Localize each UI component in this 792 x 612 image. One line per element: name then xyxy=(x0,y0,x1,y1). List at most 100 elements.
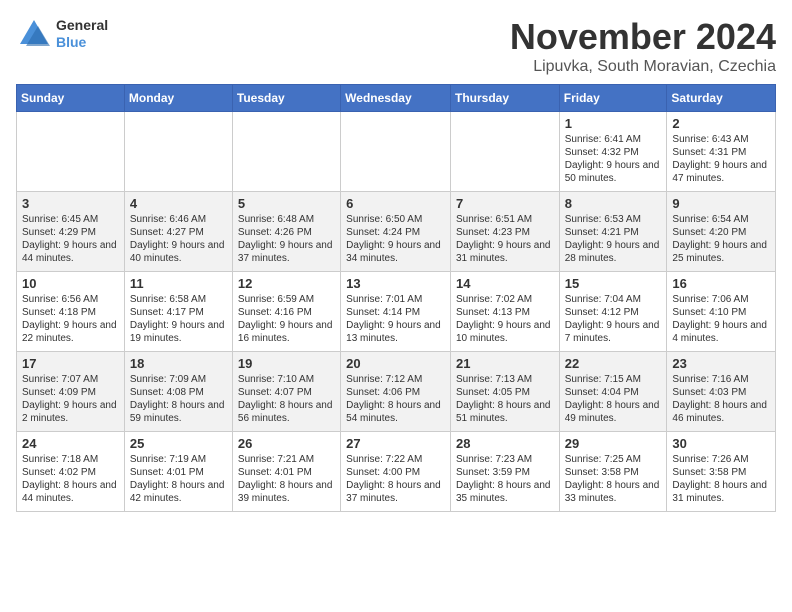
day-content: Sunrise: 7:15 AM xyxy=(565,373,662,386)
calendar-week-row: 17Sunrise: 7:07 AMSunset: 4:09 PMDayligh… xyxy=(17,352,776,432)
day-content: Sunrise: 7:16 AM xyxy=(672,373,770,386)
day-content: Sunset: 4:04 PM xyxy=(565,386,662,399)
day-content: Daylight: 9 hours and 28 minutes. xyxy=(565,239,662,265)
calendar-cell xyxy=(17,112,125,192)
day-number: 24 xyxy=(22,436,119,451)
day-number: 19 xyxy=(238,356,335,371)
day-content: Sunset: 4:01 PM xyxy=(238,466,335,479)
calendar-cell: 13Sunrise: 7:01 AMSunset: 4:14 PMDayligh… xyxy=(341,272,451,352)
calendar-cell: 14Sunrise: 7:02 AMSunset: 4:13 PMDayligh… xyxy=(450,272,559,352)
day-content: Sunset: 4:06 PM xyxy=(346,386,445,399)
logo-line1: General xyxy=(56,17,108,34)
calendar-cell: 16Sunrise: 7:06 AMSunset: 4:10 PMDayligh… xyxy=(667,272,776,352)
calendar-week-row: 3Sunrise: 6:45 AMSunset: 4:29 PMDaylight… xyxy=(17,192,776,272)
day-content: Sunset: 4:14 PM xyxy=(346,306,445,319)
day-number: 9 xyxy=(672,196,770,211)
day-number: 11 xyxy=(130,276,227,291)
header-day: Monday xyxy=(124,85,232,112)
day-content: Daylight: 8 hours and 56 minutes. xyxy=(238,399,335,425)
day-number: 28 xyxy=(456,436,554,451)
calendar-cell: 20Sunrise: 7:12 AMSunset: 4:06 PMDayligh… xyxy=(341,352,451,432)
header-day: Wednesday xyxy=(341,85,451,112)
day-content: Sunrise: 7:25 AM xyxy=(565,453,662,466)
day-number: 8 xyxy=(565,196,662,211)
day-number: 21 xyxy=(456,356,554,371)
day-content: Daylight: 9 hours and 34 minutes. xyxy=(346,239,445,265)
month-title: November 2024 xyxy=(510,16,776,58)
calendar-cell: 10Sunrise: 6:56 AMSunset: 4:18 PMDayligh… xyxy=(17,272,125,352)
header-day: Tuesday xyxy=(232,85,340,112)
day-content: Sunrise: 7:01 AM xyxy=(346,293,445,306)
day-content: Sunset: 4:08 PM xyxy=(130,386,227,399)
calendar-week-row: 1Sunrise: 6:41 AMSunset: 4:32 PMDaylight… xyxy=(17,112,776,192)
day-content: Sunset: 4:24 PM xyxy=(346,226,445,239)
day-content: Sunset: 4:03 PM xyxy=(672,386,770,399)
day-content: Daylight: 8 hours and 37 minutes. xyxy=(346,479,445,505)
header-day: Sunday xyxy=(17,85,125,112)
day-content: Sunrise: 6:58 AM xyxy=(130,293,227,306)
day-content: Daylight: 8 hours and 39 minutes. xyxy=(238,479,335,505)
day-content: Sunset: 4:31 PM xyxy=(672,146,770,159)
calendar-cell: 27Sunrise: 7:22 AMSunset: 4:00 PMDayligh… xyxy=(341,432,451,512)
day-content: Sunset: 4:18 PM xyxy=(22,306,119,319)
calendar-cell: 7Sunrise: 6:51 AMSunset: 4:23 PMDaylight… xyxy=(450,192,559,272)
calendar-cell xyxy=(124,112,232,192)
day-number: 13 xyxy=(346,276,445,291)
day-content: Daylight: 9 hours and 31 minutes. xyxy=(456,239,554,265)
day-number: 6 xyxy=(346,196,445,211)
day-number: 23 xyxy=(672,356,770,371)
header-day: Thursday xyxy=(450,85,559,112)
calendar-cell: 4Sunrise: 6:46 AMSunset: 4:27 PMDaylight… xyxy=(124,192,232,272)
calendar-cell: 28Sunrise: 7:23 AMSunset: 3:59 PMDayligh… xyxy=(450,432,559,512)
header-row: SundayMondayTuesdayWednesdayThursdayFrid… xyxy=(17,85,776,112)
calendar-cell: 5Sunrise: 6:48 AMSunset: 4:26 PMDaylight… xyxy=(232,192,340,272)
calendar-cell: 3Sunrise: 6:45 AMSunset: 4:29 PMDaylight… xyxy=(17,192,125,272)
day-content: Sunrise: 7:21 AM xyxy=(238,453,335,466)
day-content: Sunset: 4:01 PM xyxy=(130,466,227,479)
calendar-cell: 29Sunrise: 7:25 AMSunset: 3:58 PMDayligh… xyxy=(559,432,667,512)
day-content: Daylight: 8 hours and 51 minutes. xyxy=(456,399,554,425)
day-content: Sunset: 4:07 PM xyxy=(238,386,335,399)
day-content: Sunset: 4:20 PM xyxy=(672,226,770,239)
day-content: Daylight: 9 hours and 19 minutes. xyxy=(130,319,227,345)
calendar-cell: 24Sunrise: 7:18 AMSunset: 4:02 PMDayligh… xyxy=(17,432,125,512)
calendar-cell: 9Sunrise: 6:54 AMSunset: 4:20 PMDaylight… xyxy=(667,192,776,272)
title-section: November 2024 Lipuvka, South Moravian, C… xyxy=(510,16,776,76)
day-content: Sunrise: 7:23 AM xyxy=(456,453,554,466)
day-content: Sunset: 4:05 PM xyxy=(456,386,554,399)
day-number: 30 xyxy=(672,436,770,451)
day-content: Daylight: 9 hours and 22 minutes. xyxy=(22,319,119,345)
day-number: 17 xyxy=(22,356,119,371)
day-number: 16 xyxy=(672,276,770,291)
day-content: Daylight: 9 hours and 37 minutes. xyxy=(238,239,335,265)
location-title: Lipuvka, South Moravian, Czechia xyxy=(510,58,776,76)
calendar-cell: 15Sunrise: 7:04 AMSunset: 4:12 PMDayligh… xyxy=(559,272,667,352)
day-number: 2 xyxy=(672,116,770,131)
calendar-cell xyxy=(232,112,340,192)
calendar-cell: 26Sunrise: 7:21 AMSunset: 4:01 PMDayligh… xyxy=(232,432,340,512)
day-content: Sunrise: 6:48 AM xyxy=(238,213,335,226)
header-day: Friday xyxy=(559,85,667,112)
day-content: Sunset: 4:16 PM xyxy=(238,306,335,319)
day-content: Daylight: 9 hours and 47 minutes. xyxy=(672,159,770,185)
calendar-table: SundayMondayTuesdayWednesdayThursdayFrid… xyxy=(16,84,776,512)
day-content: Sunrise: 7:10 AM xyxy=(238,373,335,386)
day-number: 22 xyxy=(565,356,662,371)
day-content: Sunrise: 7:18 AM xyxy=(22,453,119,466)
day-content: Sunrise: 6:41 AM xyxy=(565,133,662,146)
calendar-cell: 21Sunrise: 7:13 AMSunset: 4:05 PMDayligh… xyxy=(450,352,559,432)
day-content: Sunrise: 6:45 AM xyxy=(22,213,119,226)
day-number: 29 xyxy=(565,436,662,451)
day-content: Daylight: 8 hours and 59 minutes. xyxy=(130,399,227,425)
day-content: Daylight: 9 hours and 10 minutes. xyxy=(456,319,554,345)
day-content: Daylight: 9 hours and 16 minutes. xyxy=(238,319,335,345)
day-number: 18 xyxy=(130,356,227,371)
day-content: Sunrise: 6:54 AM xyxy=(672,213,770,226)
day-number: 5 xyxy=(238,196,335,211)
day-content: Sunset: 4:27 PM xyxy=(130,226,227,239)
day-content: Sunrise: 7:26 AM xyxy=(672,453,770,466)
day-content: Daylight: 8 hours and 46 minutes. xyxy=(672,399,770,425)
day-number: 12 xyxy=(238,276,335,291)
day-content: Daylight: 8 hours and 49 minutes. xyxy=(565,399,662,425)
day-content: Daylight: 8 hours and 33 minutes. xyxy=(565,479,662,505)
